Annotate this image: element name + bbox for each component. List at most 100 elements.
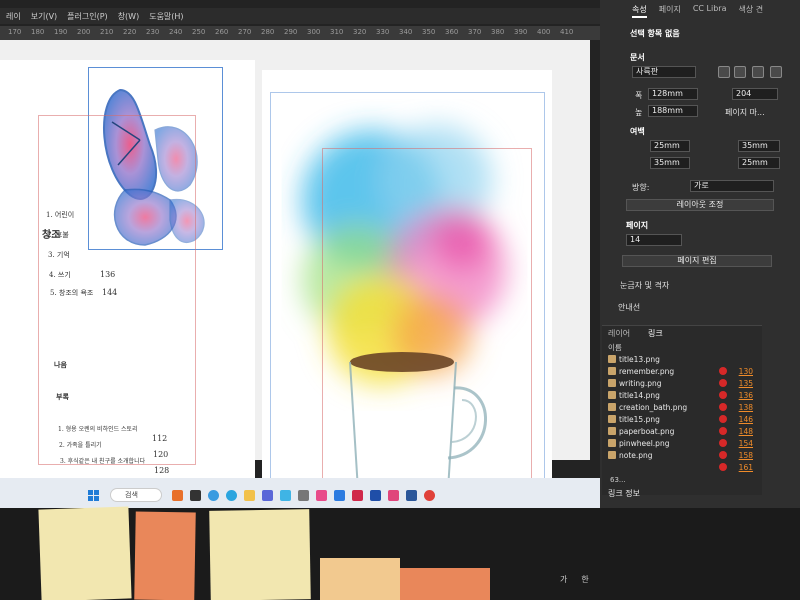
tab-pages[interactable]: 페이지 xyxy=(659,4,681,18)
link-row[interactable]: remember.png 130 xyxy=(608,366,753,376)
missing-link-icon xyxy=(719,451,727,459)
height-field[interactable]: 188mm xyxy=(648,105,698,117)
margin-inside-field[interactable]: 35mm xyxy=(738,140,780,152)
appendix-page-number: 112 xyxy=(152,434,168,443)
tab-swatches[interactable]: 색상 견 xyxy=(739,4,764,18)
toc-item: 2. 호불 xyxy=(47,231,69,239)
link-row[interactable]: pinwheel.png 154 xyxy=(608,438,753,448)
preset-select[interactable]: 사륙판 xyxy=(632,66,696,78)
menu-item[interactable]: 창(W) xyxy=(118,11,140,22)
links-count: 63... xyxy=(610,476,626,484)
page-select[interactable]: 14 xyxy=(626,234,682,246)
word-icon[interactable] xyxy=(406,490,417,501)
tab-properties[interactable]: 속성 xyxy=(632,4,647,18)
page-icon[interactable] xyxy=(718,66,730,78)
left-page[interactable]: 창조 1. 어린이 2. 호불 3. 기억 4. 쓰기 136 5. 창조의 욕… xyxy=(0,60,255,490)
image-frame[interactable] xyxy=(270,92,545,522)
ruler-tick: 180 xyxy=(31,28,45,36)
app-icon[interactable] xyxy=(280,490,291,501)
system-tray: 가 한 xyxy=(560,574,589,585)
page-icon[interactable] xyxy=(770,66,782,78)
margin-bottom-field[interactable]: 35mm xyxy=(650,157,690,169)
ruler-tick: 350 xyxy=(422,28,436,36)
menu-item[interactable]: 보기(V) xyxy=(31,11,57,22)
ruler-tick: 380 xyxy=(491,28,505,36)
width-field[interactable]: 128mm xyxy=(648,88,698,100)
toc-item: 5. 창조의 욕조 xyxy=(50,289,94,297)
link-row[interactable]: writing.png 135 xyxy=(608,378,753,388)
ruler-tick: 310 xyxy=(330,28,344,36)
ruler-tick: 230 xyxy=(146,28,160,36)
windows-start-icon[interactable] xyxy=(88,490,99,501)
chrome-icon[interactable] xyxy=(424,490,435,501)
link-row[interactable]: title13.png xyxy=(608,354,753,364)
link-row[interactable]: paperboat.png 148 xyxy=(608,426,753,436)
adjust-layout-button[interactable]: 레이아웃 조정 xyxy=(626,199,774,211)
screen: 레이 보기(V) 플러그인(P) 창(W) 도움말(H) 170 180 190 20… xyxy=(0,0,800,600)
link-row[interactable]: title14.png 136 xyxy=(608,390,753,400)
page-icon[interactable] xyxy=(734,66,746,78)
tab-cc-libraries[interactable]: CC Libra xyxy=(693,4,727,18)
horizontal-ruler[interactable]: 170 180 190 200 210 220 230 240 250 260 270 280 290 3… xyxy=(0,26,600,40)
tab-links[interactable]: 링크 xyxy=(648,328,663,339)
indesign-icon[interactable] xyxy=(388,490,399,501)
ime-indicator[interactable]: 가 xyxy=(560,574,567,585)
pages-field[interactable]: 204 xyxy=(732,88,778,100)
ruler-tick: 270 xyxy=(238,28,252,36)
toc-page-number: 144 xyxy=(102,288,118,297)
ruler-tick: 250 xyxy=(192,28,206,36)
margin-top-field[interactable]: 25mm xyxy=(650,140,690,152)
margin-outside-field[interactable]: 25mm xyxy=(738,157,780,169)
facing-pages-checkbox[interactable]: 페이지 마... xyxy=(725,107,765,118)
document-canvas[interactable]: 창조 1. 어린이 2. 호불 3. 기억 4. 쓰기 136 5. 창조의 욕… xyxy=(0,40,590,540)
chrome-icon[interactable] xyxy=(226,490,237,501)
sticky-note xyxy=(134,511,196,600)
instagram-icon[interactable] xyxy=(316,490,327,501)
orientation-select[interactable]: 가로 xyxy=(690,180,774,192)
ruler-tick: 260 xyxy=(215,28,229,36)
edge-icon[interactable] xyxy=(208,490,219,501)
link-row[interactable]: title15.png 146 xyxy=(608,414,753,424)
ruler-tick: 300 xyxy=(307,28,321,36)
taskbar-search[interactable]: 검색 xyxy=(110,488,162,502)
missing-link-icon xyxy=(719,415,727,423)
link-row[interactable]: 161 xyxy=(608,462,753,472)
app-icon[interactable] xyxy=(298,490,309,501)
menu-item[interactable]: 도움말(H) xyxy=(149,11,183,22)
folder-icon[interactable] xyxy=(244,490,255,501)
ruler-tick: 410 xyxy=(560,28,574,36)
right-page[interactable] xyxy=(262,70,552,540)
language-indicator[interactable]: 한 xyxy=(581,574,588,585)
ruler-tick: 400 xyxy=(537,28,551,36)
app-icon[interactable] xyxy=(352,490,363,501)
ruler-tick: 330 xyxy=(376,28,390,36)
link-row[interactable]: creation_bath.png 138 xyxy=(608,402,753,412)
ruler-tick: 370 xyxy=(468,28,482,36)
menu-item[interactable]: 플러그인(P) xyxy=(67,11,108,22)
links-name-header: 이름 xyxy=(608,343,622,352)
appendix-item: 1. 형용 오렌의 비하인드 스토리 xyxy=(58,426,138,433)
image-thumb-icon xyxy=(608,451,616,459)
appendix-title: 부록 xyxy=(56,392,69,401)
page-icon[interactable] xyxy=(752,66,764,78)
menu-item[interactable]: 레이 xyxy=(6,11,21,22)
rulers-grids-heading: 눈금자 및 격자 xyxy=(620,281,670,290)
appendix-page-number: 120 xyxy=(153,450,169,459)
toc-item: 4. 쓰기 xyxy=(49,271,71,279)
image-thumb-icon xyxy=(608,439,616,447)
image-thumb-icon xyxy=(608,355,616,363)
link-row[interactable]: note.png 158 xyxy=(608,450,753,460)
app-icon[interactable] xyxy=(262,490,273,501)
edit-page-button[interactable]: 페이지 편집 xyxy=(622,255,772,267)
ruler-tick: 220 xyxy=(123,28,137,36)
photoshop-icon[interactable] xyxy=(370,490,381,501)
taskbar: 검색 xyxy=(0,478,600,508)
tab-layers[interactable]: 레이어 xyxy=(608,328,630,339)
ruler-tick: 170 xyxy=(8,28,22,36)
missing-link-icon xyxy=(719,367,727,375)
app-icon[interactable] xyxy=(190,490,201,501)
app-icon[interactable] xyxy=(172,490,183,501)
link-info-label[interactable]: 링크 정보 xyxy=(608,488,640,499)
mail-icon[interactable] xyxy=(334,490,345,501)
appendix-item: 3. 후식같은 내 친구를 소개합니다 xyxy=(60,458,146,465)
